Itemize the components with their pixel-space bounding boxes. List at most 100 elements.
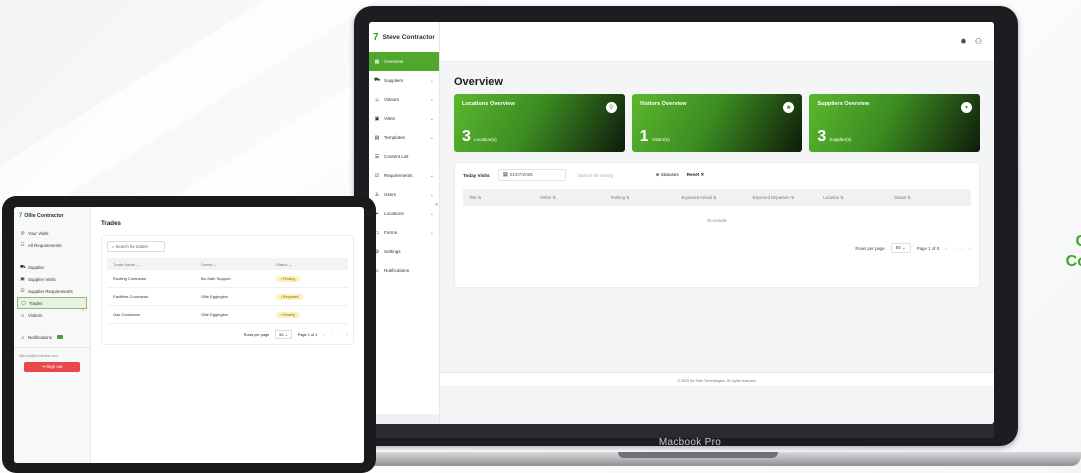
- user-icon: ♙: [374, 191, 380, 198]
- sidebar-item-supplier-visits[interactable]: ▣ Supplier Visits: [14, 273, 90, 285]
- table-row[interactable]: Roofing Contractor Be-Safe Support • Pendi…: [107, 270, 348, 288]
- sidebar-item-requirements[interactable]: ☑ Requirements ⌄: [369, 166, 439, 185]
- card-count: 3: [817, 128, 827, 145]
- sort-icon: ⇅: [476, 195, 482, 200]
- prev-page-icon[interactable]: ‹: [954, 246, 955, 251]
- next-page-icon[interactable]: ›: [961, 246, 962, 251]
- side-headline: C Co: [1066, 232, 1081, 272]
- column-header[interactable]: Status ⌄: [276, 262, 342, 267]
- sidebar-item-label: Supplier: [28, 264, 45, 270]
- empty-state: No results: [707, 218, 727, 223]
- visit-icon: ◎: [20, 230, 25, 235]
- rows-per-page-select[interactable]: 50 ⌄: [890, 243, 911, 253]
- sign-out-button[interactable]: ⇥ Sign out: [24, 362, 80, 372]
- last-page-icon[interactable]: »: [969, 246, 971, 251]
- chevron-down-icon[interactable]: ⌄: [430, 230, 434, 236]
- chevron-down-icon[interactable]: ⌄: [430, 97, 434, 103]
- laptop-brand[interactable]: 7 Steve Contractor: [369, 22, 439, 52]
- chevron-down-icon[interactable]: ⌄: [430, 192, 434, 198]
- column-header[interactable]: Owner ⌄: [201, 262, 276, 267]
- column-header[interactable]: Expected Departure ⇅: [752, 195, 823, 200]
- column-header[interactable]: Status ⇅: [894, 195, 965, 200]
- sidebar-item-all-requirements[interactable]: ☷ All Requirements: [14, 239, 90, 251]
- trade-search-input[interactable]: ⌕ Search for trades: [107, 241, 165, 252]
- sort-icon: ⇅: [711, 195, 717, 200]
- brand-name: Ollie Contractor: [24, 213, 64, 219]
- trade-owner: Ollie Eggington: [201, 312, 229, 317]
- sidebar-item-forms[interactable]: ▭ Forms ⌄: [369, 223, 439, 242]
- first-page-icon[interactable]: «: [945, 246, 947, 251]
- chevron-down-icon: ⌄: [287, 261, 292, 267]
- overview-card[interactable]: Locations Overview ⚲ 3 Location(s): [454, 94, 625, 152]
- card-value: 1 Visitor(s): [640, 128, 670, 146]
- sidebar-item-label: Visitors: [28, 312, 43, 318]
- chevron-down-icon[interactable]: ⌄: [430, 173, 434, 179]
- sidebar-item-settings[interactable]: ⚙ Settings: [369, 242, 439, 261]
- sidebar-item-notifications[interactable]: ♫ Notifications: [369, 261, 439, 280]
- sidebar-item-locations[interactable]: ⌖ Locations ⌄: [369, 204, 439, 223]
- table-row[interactable]: Facilities Contractor Ollie Eggington • Re…: [107, 288, 348, 306]
- sort-icon: ⇅: [906, 195, 911, 200]
- visitors-icon: ☻: [783, 102, 795, 113]
- sidebar-item-overview[interactable]: ▦ Overview: [369, 52, 439, 71]
- column-header[interactable]: Trade Name ⌄: [113, 262, 201, 267]
- sidebar-item-supplier-requirements[interactable]: ☑ Supplier Requirements: [14, 285, 90, 297]
- status-text: Requested: [283, 295, 299, 299]
- tablet-brand[interactable]: 7 Ollie Contractor: [14, 213, 90, 227]
- column-header[interactable]: Expected Arrival ⇅: [682, 195, 753, 200]
- page-title: Overview: [454, 76, 503, 88]
- chevron-down-icon[interactable]: ⌄: [430, 116, 434, 122]
- visit-search-input[interactable]: Search for visit(s): [574, 171, 648, 180]
- card-value: 3 Supplier(s): [817, 128, 851, 146]
- laptop-topbar: ✹ ⚇: [440, 22, 994, 62]
- column-header[interactable]: Title ⇅: [469, 195, 540, 200]
- sidebar-item-your-visits[interactable]: ◎ Your Visits: [14, 227, 90, 239]
- column-header[interactable]: Location ⇅: [823, 195, 894, 200]
- column-header[interactable]: Parking ⇅: [611, 195, 682, 200]
- chevron-down-icon[interactable]: ⌄: [430, 135, 434, 141]
- last-page-icon[interactable]: »: [346, 333, 348, 337]
- collapse-sidebar-icon[interactable]: «: [82, 307, 84, 312]
- first-page-icon[interactable]: «: [323, 333, 325, 337]
- sidebar-item-visits[interactable]: ▣ Visits ⌄: [369, 109, 439, 128]
- truck-icon: ⛟: [374, 77, 381, 83]
- sidebar-item-suppliers[interactable]: ⛟ Suppliers ⌄: [369, 71, 439, 90]
- sidebar-item-visitors[interactable]: ☺ Visitors: [14, 309, 90, 321]
- sidebar-item-users[interactable]: ♙ Users ⌄: [369, 185, 439, 204]
- trade-owner: Ollie Eggington: [201, 294, 229, 299]
- sidebar-item-visitors[interactable]: ☺ Visitors ⌄: [369, 90, 439, 109]
- overview-card[interactable]: Suppliers Overview ▾ 3 Supplier(s): [809, 94, 981, 152]
- date-picker[interactable]: 🗓 01/07/2025: [497, 169, 566, 181]
- reset-button[interactable]: Reset ✕: [687, 172, 705, 178]
- column-header-label: Expected Departure: [752, 195, 790, 200]
- sidebar-item-notifications[interactable]: ♫ Notifications: [14, 331, 90, 343]
- table-row[interactable]: Gas Contractor Ollie Eggington • Pending: [107, 306, 348, 324]
- card-unit: Location(s): [473, 137, 497, 142]
- sidebar-item-templates[interactable]: ▤ Templates ⌄: [369, 128, 439, 147]
- side-headline-line2: Co: [1065, 253, 1081, 270]
- user-icon[interactable]: ⚇: [975, 37, 982, 46]
- prev-page-icon[interactable]: ‹: [331, 333, 332, 337]
- column-header[interactable]: Visitor ⇅: [540, 195, 611, 200]
- sidebar-item-label: Supplier Requirements: [28, 288, 73, 294]
- column-header-label: Owner: [201, 261, 213, 267]
- status-text: Pending: [283, 313, 295, 317]
- laptop-screen: 7 Steve Contractor ▦ Overview ⛟ Suppliers ⌄ ☺…: [369, 22, 994, 424]
- statuses-filter[interactable]: ⊕ Statuses: [656, 172, 679, 178]
- next-page-icon[interactable]: ›: [339, 333, 340, 337]
- chevron-down-icon[interactable]: ⌄: [430, 211, 434, 217]
- people-icon: ☺: [374, 96, 380, 103]
- chevron-down-icon[interactable]: ⌄: [430, 78, 434, 84]
- sidebar-item-trades[interactable]: ▢ Trades: [17, 297, 87, 309]
- tablet-screen: 7 Ollie Contractor ◎ Your Visits ☷ All Requ…: [14, 207, 364, 463]
- sidebar-item-content-list[interactable]: ☰ Content List: [369, 147, 439, 166]
- sidebar-item-label: Supplier Visits: [28, 276, 56, 282]
- sidebar-item-supplier[interactable]: ⛟ Supplier: [14, 261, 90, 273]
- laptop-sidebar: 7 Steve Contractor ▦ Overview ⛟ Suppliers ⌄ ☺…: [369, 22, 440, 424]
- rows-per-page-select[interactable]: 50 ⌄: [275, 330, 292, 339]
- collapse-sidebar-icon[interactable]: «: [435, 202, 439, 208]
- theme-toggle-icon[interactable]: ✹: [960, 37, 967, 46]
- column-header-label: Trade Name: [113, 261, 136, 267]
- overview-card[interactable]: Visitors Overview ☻ 1 Visitor(s): [631, 94, 803, 152]
- side-headline-line1: C: [1066, 232, 1081, 252]
